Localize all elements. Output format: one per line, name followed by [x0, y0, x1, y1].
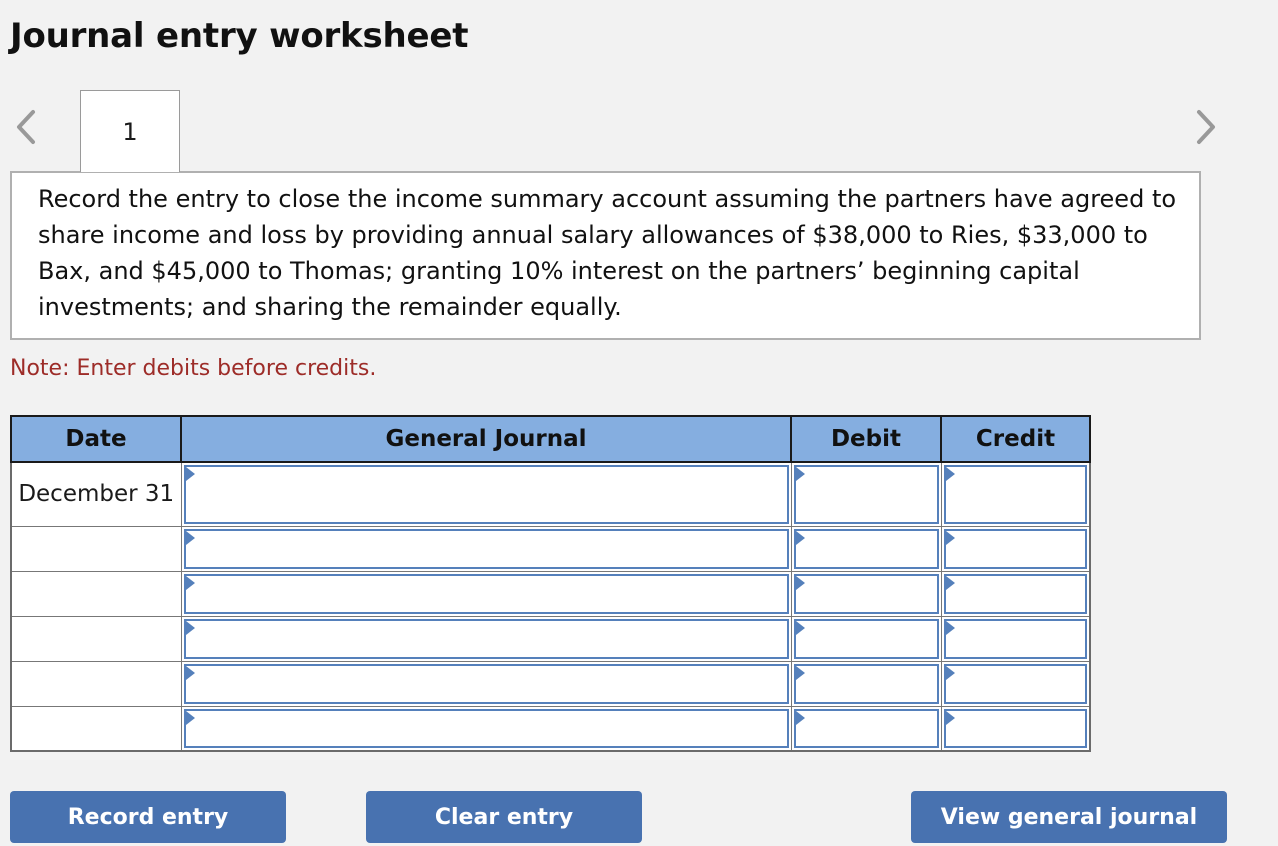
table-row	[10, 660, 1091, 707]
worksheet-page: Journal entry worksheet 1 Record the ent…	[0, 0, 1278, 846]
dropdown-caret-icon	[945, 710, 955, 725]
general-journal-input[interactable]	[183, 708, 789, 748]
date-cell[interactable]	[10, 615, 182, 662]
dropdown-caret-icon	[795, 710, 805, 725]
credit-cell	[940, 615, 1091, 662]
clear-entry-button[interactable]: Clear entry	[366, 791, 642, 843]
debit-cell	[790, 570, 942, 617]
debit-input[interactable]	[793, 618, 939, 659]
credit-cell	[940, 570, 1091, 617]
general-journal-cell	[180, 660, 792, 707]
debit-input[interactable]	[793, 528, 939, 569]
tab-entry-1-label: 1	[122, 117, 138, 146]
general-journal-cell	[180, 525, 792, 572]
dropdown-caret-icon	[185, 575, 195, 590]
chevron-right-icon	[1193, 107, 1219, 147]
general-journal-input[interactable]	[183, 528, 789, 569]
table-row: December 31	[10, 461, 1091, 527]
tab-entry-1[interactable]: 1	[80, 90, 180, 172]
general-journal-cell	[180, 705, 792, 752]
credit-input[interactable]	[943, 573, 1087, 614]
dropdown-caret-icon	[795, 620, 805, 635]
column-header-credit: Credit	[940, 415, 1091, 463]
debit-cell	[790, 525, 942, 572]
general-journal-input[interactable]	[183, 618, 789, 659]
debit-cell	[790, 660, 942, 707]
dropdown-caret-icon	[945, 530, 955, 545]
view-general-journal-button[interactable]: View general journal	[911, 791, 1227, 843]
credit-input[interactable]	[943, 708, 1087, 748]
general-journal-cell	[180, 615, 792, 662]
chevron-left-icon	[13, 107, 39, 147]
debit-input[interactable]	[793, 573, 939, 614]
general-journal-cell	[180, 461, 792, 527]
dropdown-caret-icon	[185, 665, 195, 680]
dropdown-caret-icon	[185, 620, 195, 635]
record-entry-button[interactable]: Record entry	[10, 791, 286, 843]
date-cell[interactable]	[10, 705, 182, 752]
dropdown-caret-icon	[945, 467, 955, 481]
dropdown-caret-icon	[795, 665, 805, 680]
general-journal-cell	[180, 570, 792, 617]
debits-before-credits-note: Note: Enter debits before credits.	[10, 356, 377, 381]
dropdown-caret-icon	[795, 467, 805, 481]
column-header-date: Date	[10, 415, 182, 463]
date-cell[interactable]: December 31	[10, 461, 182, 527]
general-journal-input[interactable]	[183, 465, 789, 524]
dropdown-caret-icon	[185, 710, 195, 725]
entry-description-text: Record the entry to close the income sum…	[38, 185, 1177, 321]
debit-input[interactable]	[793, 708, 939, 748]
credit-input[interactable]	[943, 663, 1087, 704]
debit-cell	[790, 705, 942, 752]
dropdown-caret-icon	[945, 620, 955, 635]
date-cell[interactable]	[10, 525, 182, 572]
general-journal-input[interactable]	[183, 663, 789, 704]
debit-input[interactable]	[793, 465, 939, 524]
table-row	[10, 570, 1091, 617]
credit-cell	[940, 525, 1091, 572]
table-row	[10, 705, 1091, 752]
column-header-general-journal: General Journal	[180, 415, 792, 463]
journal-entry-table: Date General Journal Debit Credit Decemb…	[10, 415, 1091, 752]
column-header-debit: Debit	[790, 415, 942, 463]
credit-cell	[940, 660, 1091, 707]
debit-input[interactable]	[793, 663, 939, 704]
credit-cell	[940, 461, 1091, 527]
dropdown-caret-icon	[945, 575, 955, 590]
debit-cell	[790, 615, 942, 662]
table-row	[10, 525, 1091, 572]
dropdown-caret-icon	[795, 530, 805, 545]
date-cell[interactable]	[10, 570, 182, 617]
dropdown-caret-icon	[945, 665, 955, 680]
credit-cell	[940, 705, 1091, 752]
table-row	[10, 615, 1091, 662]
dropdown-caret-icon	[185, 467, 195, 481]
debit-cell	[790, 461, 942, 527]
credit-input[interactable]	[943, 465, 1087, 524]
table-header-row: Date General Journal Debit Credit	[10, 415, 1091, 463]
dropdown-caret-icon	[185, 530, 195, 545]
next-entry-button[interactable]	[1184, 97, 1228, 157]
prev-entry-button[interactable]	[4, 97, 48, 157]
credit-input[interactable]	[943, 528, 1087, 569]
dropdown-caret-icon	[795, 575, 805, 590]
page-title: Journal entry worksheet	[10, 16, 469, 56]
general-journal-input[interactable]	[183, 573, 789, 614]
credit-input[interactable]	[943, 618, 1087, 659]
entry-description-panel: Record the entry to close the income sum…	[10, 171, 1201, 340]
date-cell[interactable]	[10, 660, 182, 707]
